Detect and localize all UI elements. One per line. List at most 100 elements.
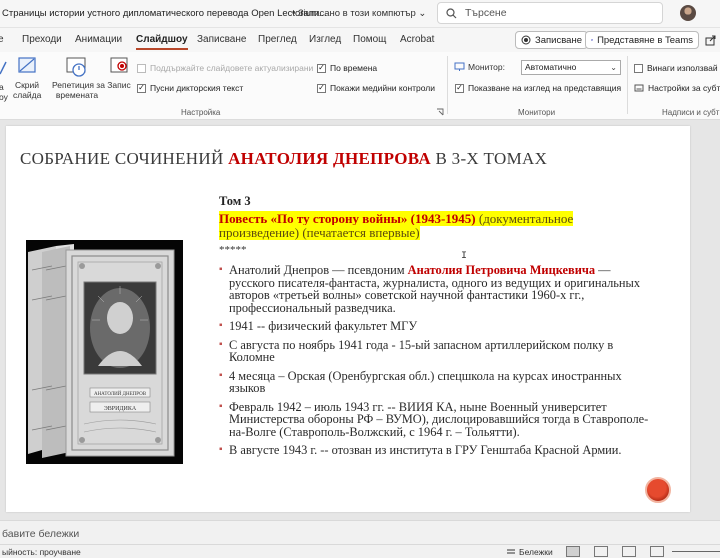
normal-view-button[interactable] <box>566 546 580 557</box>
tab-record[interactable]: Записване <box>197 34 246 45</box>
novel-highlight: Повесть «По ту сторону войны» (1943-1945… <box>219 211 631 240</box>
subtitle-settings-label: Настройки за субт <box>648 83 720 93</box>
record-slideshow-label: Запис <box>107 80 131 90</box>
slide-canvas[interactable]: СОБРАНИЕ СОЧИНЕНИЙ АНАТОЛИЯ ДНЕПРОВА В 3… <box>6 126 690 512</box>
novel-title: Повесть «По ту сторону войны» (1943-1945… <box>219 211 476 226</box>
bio-bullet-list: Анатолий Днепров — псевдоним Анатолия Пе… <box>219 264 649 463</box>
keep-updated-checkbox: Поддържайте слайдовете актуализирани <box>137 63 313 73</box>
notes-toggle-button[interactable]: Бележки <box>506 547 553 557</box>
monitor-icon <box>454 62 465 71</box>
tab-view[interactable]: Изглед <box>309 34 341 45</box>
tab-slideshow[interactable]: Слайдшоу <box>136 34 188 50</box>
ribbon-separator <box>627 56 628 114</box>
checkbox-box <box>137 63 146 73</box>
left-cut-label-2: оу <box>0 92 8 102</box>
play-narrations-label: Пусни дикторския текст <box>150 83 244 93</box>
checkbox-checked-icon: ✓ <box>317 63 326 73</box>
hide-slide-label-1: Скрий <box>14 80 40 90</box>
stopwatch-icon <box>66 57 86 77</box>
use-timings-checkbox[interactable]: ✓ По времена <box>317 63 377 73</box>
list-item: 1941 -- физический факультет МГУ <box>219 320 649 333</box>
show-media-controls-checkbox[interactable]: ✓ Покажи медийни контроли <box>317 83 435 93</box>
search-placeholder: Търсене <box>465 7 507 19</box>
monitor-select[interactable]: Автоматично ⌄ <box>521 60 621 75</box>
notes-icon <box>507 549 515 554</box>
tab-design-cut[interactable]: е <box>0 34 4 45</box>
group-label-setup: Настройка <box>181 108 221 117</box>
list-item: С августа по ноябрь 1941 года - 15-ый за… <box>219 338 649 364</box>
group-label-captions: Надписи и субт <box>662 108 720 117</box>
accessibility-status[interactable]: ыйность: проучване <box>2 547 81 557</box>
checkbox-box <box>634 63 643 73</box>
book-set-image: АНАТОЛИЙ ДНЕПРОВ ЭВРИДИКА <box>26 240 183 464</box>
book-title-text: ЭВРИДИКА <box>104 406 137 412</box>
tab-review[interactable]: Преглед <box>258 34 297 45</box>
notes-placeholder: бавите бележки <box>2 528 80 540</box>
zoom-slider[interactable] <box>672 551 720 552</box>
hide-slide-icon <box>18 57 36 73</box>
slide-title-prefix: СОБРАНИЕ СОЧИНЕНИЙ <box>20 149 229 168</box>
record-slideshow-icon <box>110 57 128 73</box>
always-use-label: Винаги използвай <box>647 63 718 73</box>
presenter-view-checkbox[interactable]: ✓ Показване на изглед на представящия <box>455 83 621 93</box>
monitor-select-value: Автоматично <box>525 62 577 72</box>
slideshow-view-button[interactable] <box>650 546 664 557</box>
slide-title-highlight: АНАТОЛИЯ ДНЕПРОВА <box>228 149 431 168</box>
search-input[interactable]: Търсене <box>437 2 663 24</box>
ribbon: а оу Скрий слайда Репетиция за времената… <box>0 52 720 120</box>
hide-slide-label-2: слайда <box>13 90 42 100</box>
reading-view-button[interactable] <box>622 546 636 557</box>
subtitle-settings-button[interactable]: Настройки за субт <box>634 83 720 93</box>
chevron-down-icon: ⌄ <box>610 63 617 72</box>
book-set-illustration: АНАТОЛИЙ ДНЕПРОВ ЭВРИДИКА <box>26 240 183 464</box>
use-timings-label: По времена <box>330 63 378 73</box>
record-icon <box>521 35 531 45</box>
slide-sorter-view-button[interactable] <box>594 546 608 557</box>
monitor-label: Монитор: <box>468 62 505 72</box>
save-status[interactable]: • Записано в този компютър ⌄ <box>292 8 426 19</box>
dialog-launcher-icon[interactable] <box>436 108 444 116</box>
tab-acrobat[interactable]: Acrobat <box>400 34 434 45</box>
chevron-down-icon: ⌄ <box>418 8 427 19</box>
play-narrations-checkbox[interactable]: ✓ Пусни дикторския текст <box>137 83 243 93</box>
list-item: Анатолий Днепров — псевдоним Анатолия Пе… <box>219 264 649 314</box>
avatar[interactable] <box>680 5 696 21</box>
settings-icon <box>634 84 644 92</box>
checkbox-checked-icon: ✓ <box>455 83 464 93</box>
custom-show-icon[interactable] <box>0 58 8 78</box>
tab-help[interactable]: Помощ <box>353 34 386 45</box>
status-bar: ыйность: проучване Бележки <box>0 544 720 558</box>
always-use-subtitles-checkbox[interactable]: Винаги използвай <box>634 63 718 73</box>
separator-stars: ***** <box>219 244 247 256</box>
recording-indicator[interactable] <box>645 477 671 503</box>
left-cut-label-1: а <box>0 82 4 92</box>
presenter-view-label: Показване на изглед на представящия <box>468 83 622 93</box>
search-icon <box>446 7 457 18</box>
list-item: В августе 1943 г. -- отозван из институт… <box>219 444 649 457</box>
rehearse-label-1: Репетиция за <box>52 80 105 90</box>
document-title: Страницы истории устного дипломатическог… <box>2 8 327 19</box>
present-in-teams-label: Представяне в Teams <box>597 34 693 46</box>
checkbox-checked-icon: ✓ <box>137 83 146 93</box>
share-icon[interactable] <box>705 34 717 46</box>
record-button-label: Записване <box>535 34 582 46</box>
slide-title: СОБРАНИЕ СОЧИНЕНИЙ АНАТОЛИЯ ДНЕПРОВА В 3… <box>20 149 547 169</box>
ribbon-tabs: е Преходи Анимации Слайдшоу Записване Пр… <box>0 28 720 52</box>
present-in-teams-button[interactable]: Представяне в Teams <box>585 31 699 49</box>
slide-title-suffix: В 3-Х ТОМАХ <box>430 149 548 168</box>
teams-icon <box>591 39 593 41</box>
rehearse-label-2: времената <box>55 90 99 100</box>
list-item: 4 месяца – Орская (Оренбургская обл.) сп… <box>219 369 649 395</box>
show-media-controls-label: Покажи медийни контроли <box>330 83 436 93</box>
list-item: Февраль 1942 – июль 1943 гг. -- ВИИЯ КА,… <box>219 400 649 439</box>
book-author-text: АНАТОЛИЙ ДНЕПРОВ <box>94 391 147 397</box>
checkbox-checked-icon: ✓ <box>317 83 326 93</box>
notes-pane[interactable]: бавите бележки <box>0 520 720 544</box>
volume-label: Том 3 <box>219 194 251 208</box>
tab-transitions[interactable]: Преходи <box>22 34 62 45</box>
notes-toggle-label: Бележки <box>519 547 553 557</box>
keep-updated-label: Поддържайте слайдовете актуализирани <box>150 63 314 73</box>
title-bar: Страницы истории устного дипломатическог… <box>0 0 720 28</box>
tab-animations[interactable]: Анимации <box>75 34 122 45</box>
record-button[interactable]: Записване <box>515 31 588 49</box>
